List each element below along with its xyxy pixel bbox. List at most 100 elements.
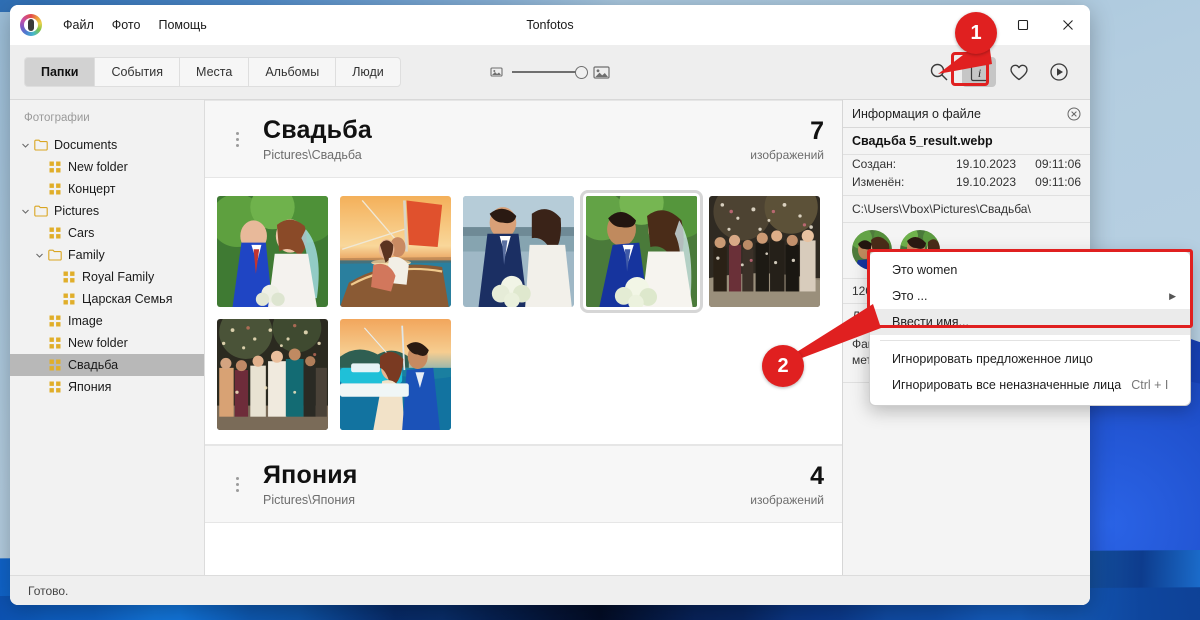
album-count-number: 7 xyxy=(750,117,824,146)
folder-icon xyxy=(32,205,50,217)
play-icon xyxy=(1049,62,1069,82)
photo-thumbnail-selected[interactable] xyxy=(586,196,697,307)
grid-icon xyxy=(49,315,61,327)
photo-thumbnail[interactable] xyxy=(709,196,820,307)
folder-icon xyxy=(34,205,48,217)
grid-icon xyxy=(63,293,75,305)
info-file-path: C:\Users\Vbox\Pictures\Свадьба\ xyxy=(843,196,1090,223)
slideshow-button[interactable] xyxy=(1042,57,1076,87)
info-row-key: Изменён: xyxy=(852,175,938,189)
close-button[interactable] xyxy=(1045,5,1090,45)
tab-folders[interactable]: Папки xyxy=(24,57,94,87)
info-row-modified: Изменён: 19.10.2023 09:11:06 xyxy=(843,173,1090,191)
context-menu-item-this-is-submenu[interactable]: Это ... ▶ xyxy=(870,283,1190,309)
grid-icon xyxy=(46,381,64,393)
tab-albums[interactable]: Альбомы xyxy=(248,57,335,87)
sidebar-item-10[interactable]: Свадьба xyxy=(10,354,204,376)
photo-thumbnail[interactable] xyxy=(463,196,574,307)
status-text: Готово. xyxy=(28,584,68,598)
menu-bar: Файл Фото Помощь xyxy=(54,14,216,36)
grid-icon xyxy=(49,381,61,393)
tab-places[interactable]: Места xyxy=(179,57,248,87)
photo-thumbnail[interactable] xyxy=(340,319,451,430)
info-panel-close-button[interactable] xyxy=(1067,107,1081,121)
info-row-date: 19.10.2023 xyxy=(938,175,1016,189)
chevron-down-icon[interactable] xyxy=(18,207,32,216)
tab-people[interactable]: Люди xyxy=(335,57,401,87)
album-menu-button[interactable] xyxy=(229,132,245,147)
sidebar-item-0[interactable]: Documents xyxy=(10,134,204,156)
album-menu-button[interactable] xyxy=(229,477,245,492)
chevron-down-icon[interactable] xyxy=(18,141,32,150)
view-tabs: Папки События Места Альбомы Люди xyxy=(24,57,401,87)
groom-bride-bouquet-image xyxy=(463,196,574,307)
sidebar-item-label: Image xyxy=(64,314,103,328)
slider-handle[interactable] xyxy=(575,66,588,79)
wedding-couple-blue-suit-image xyxy=(217,196,328,307)
context-menu-item-ignore-suggested-face[interactable]: Игнорировать предложенное лицо xyxy=(870,346,1190,372)
folder-icon xyxy=(46,249,64,261)
callout-badge-2: 2 xyxy=(762,345,804,387)
sidebar-item-2[interactable]: Концерт xyxy=(10,178,204,200)
folder-icon xyxy=(48,249,62,261)
sidebar-item-4[interactable]: Cars xyxy=(10,222,204,244)
grid-icon xyxy=(60,293,78,305)
sidebar-item-8[interactable]: Image xyxy=(10,310,204,332)
menu-photo[interactable]: Фото xyxy=(103,14,150,36)
status-bar: Готово. xyxy=(10,575,1090,605)
menu-help[interactable]: Помощь xyxy=(149,14,215,36)
sidebar-item-5[interactable]: Family xyxy=(10,244,204,266)
sidebar-item-9[interactable]: New folder xyxy=(10,332,204,354)
thumbnail-size-control xyxy=(490,65,610,80)
info-panel-header: Информация о файле xyxy=(843,100,1090,128)
sidebar-item-7[interactable]: Царская Семья xyxy=(10,288,204,310)
thumbnail-size-slider[interactable] xyxy=(512,71,584,73)
photo-thumbnail[interactable] xyxy=(340,196,451,307)
album-header-svadba: Свадьба Pictures\Свадьба 7 изображений xyxy=(205,100,842,178)
sidebar-item-label: Cars xyxy=(64,226,94,240)
context-menu-item-ignore-all-unassigned-faces[interactable]: Игнорировать все неназначенные лица Ctrl… xyxy=(870,372,1190,398)
sidebar-item-6[interactable]: Royal Family xyxy=(10,266,204,288)
album-count-number: 4 xyxy=(750,462,824,491)
album-title-block: Свадьба Pictures\Свадьба xyxy=(263,116,372,162)
sidebar-item-label: New folder xyxy=(64,160,128,174)
sidebar-section-title: Фотографии xyxy=(10,112,204,134)
title-bar: Файл Фото Помощь Tonfotos xyxy=(10,5,1090,45)
grid-icon xyxy=(46,161,64,173)
grid-icon xyxy=(46,183,64,195)
toolbar: Папки События Места Альбомы Люди xyxy=(10,45,1090,100)
photo-thumbnail[interactable] xyxy=(217,319,328,430)
grid-icon xyxy=(49,337,61,349)
context-menu-label: Игнорировать предложенное лицо xyxy=(892,352,1093,366)
sidebar-item-label: Свадьба xyxy=(64,358,118,372)
close-circle-icon xyxy=(1067,107,1081,121)
album-count-block: 4 изображений xyxy=(750,462,824,507)
album-title-block: Япония Pictures\Япония xyxy=(263,461,358,507)
photo-thumbnail[interactable] xyxy=(217,196,328,307)
callout-badge-1: 1 xyxy=(955,12,997,54)
context-menu-item-this-is-women[interactable]: Это women xyxy=(870,257,1190,283)
context-menu-label: Это women xyxy=(892,263,957,277)
grid-icon xyxy=(46,227,64,239)
couple-on-yacht-sunset-image xyxy=(340,319,451,430)
album-title: Свадьба xyxy=(263,116,372,145)
sidebar-item-3[interactable]: Pictures xyxy=(10,200,204,222)
sidebar-item-label: Royal Family xyxy=(78,270,154,284)
context-menu-item-enter-name[interactable]: Ввести имя... xyxy=(870,309,1190,335)
menu-file[interactable]: Файл xyxy=(54,14,103,36)
tab-events[interactable]: События xyxy=(94,57,179,87)
info-row-created: Создан: 19.10.2023 09:11:06 xyxy=(843,155,1090,173)
couple-portrait-veil-image xyxy=(586,196,697,307)
sidebar-item-label: Концерт xyxy=(64,182,116,196)
chevron-down-icon[interactable] xyxy=(32,251,46,260)
chevron-right-icon: ▶ xyxy=(1169,291,1176,302)
sidebar-item-label: Япония xyxy=(64,380,111,394)
small-image-icon xyxy=(490,66,503,78)
grid-icon xyxy=(49,161,61,173)
confetti-ceremony-crowd-image xyxy=(709,196,820,307)
close-icon xyxy=(1062,19,1074,31)
sidebar-item-1[interactable]: New folder xyxy=(10,156,204,178)
sidebar-item-11[interactable]: Япония xyxy=(10,376,204,398)
large-image-icon xyxy=(593,65,610,80)
sidebar-item-label: New folder xyxy=(64,336,128,350)
